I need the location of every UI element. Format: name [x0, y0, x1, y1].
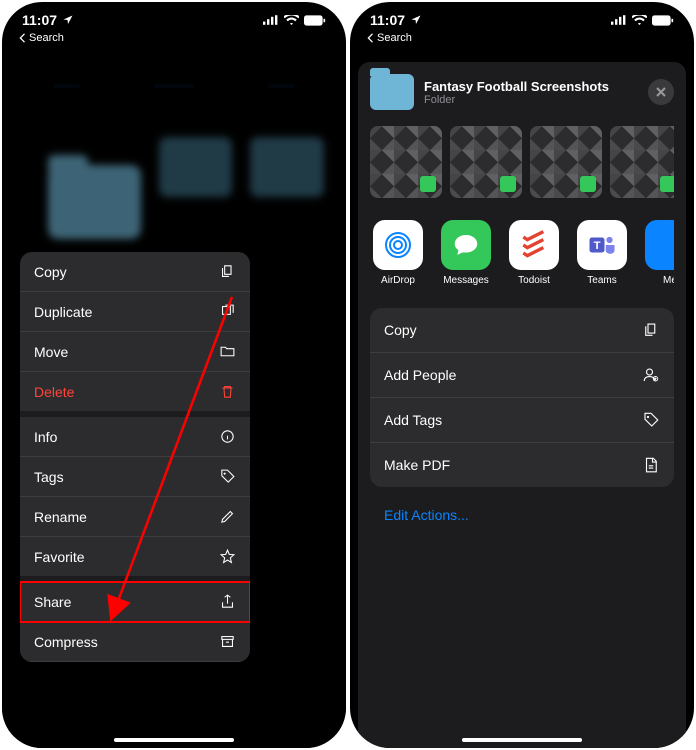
edit-actions-link[interactable]: Edit Actions... [370, 501, 674, 529]
menu-item-favorite[interactable]: Favorite [20, 537, 250, 582]
battery-icon [652, 15, 674, 26]
menu-item-rename[interactable]: Rename [20, 497, 250, 537]
back-search-link[interactable]: Search [2, 32, 346, 52]
menu-item-info[interactable]: Info [20, 417, 250, 457]
people-icon [642, 366, 660, 384]
action-add-people[interactable]: Add People [370, 353, 674, 398]
cellular-icon [611, 15, 627, 25]
phone-right: 11:07 Search Fantasy Football Screenshot… [350, 2, 694, 748]
app-messages[interactable]: Messages [438, 220, 494, 286]
copy-icon [219, 263, 236, 280]
share-actions-list: Copy Add People Add Tags Make PDF [370, 308, 674, 487]
share-icon [219, 593, 236, 610]
action-make-pdf[interactable]: Make PDF [370, 443, 674, 487]
menu-item-duplicate[interactable]: Duplicate [20, 292, 250, 332]
wifi-icon [632, 15, 647, 26]
sheet-header: Fantasy Football Screenshots Folder [370, 74, 674, 110]
cellular-icon [263, 15, 279, 25]
location-icon [62, 14, 74, 26]
thumbnail[interactable] [530, 126, 602, 198]
content-thumbnails [370, 126, 674, 198]
menu-item-compress[interactable]: Compress [20, 622, 250, 662]
menu-item-tags[interactable]: Tags [20, 457, 250, 497]
close-icon [655, 86, 667, 98]
app-airdrop[interactable]: AirDrop [370, 220, 426, 286]
home-indicator[interactable] [462, 738, 582, 742]
menu-item-delete[interactable]: Delete [20, 372, 250, 417]
phone-left: 11:07 Search ▬▬▬▬▬▬▬ Copy Duplicate [2, 2, 346, 748]
status-time: 11:07 [22, 12, 57, 28]
info-icon [219, 428, 236, 445]
trash-icon [219, 383, 236, 400]
status-icons [611, 15, 674, 26]
home-indicator[interactable] [114, 738, 234, 742]
sheet-title: Fantasy Football Screenshots [424, 79, 609, 94]
chevron-left-icon [18, 33, 26, 43]
todoist-icon [509, 220, 559, 270]
action-copy[interactable]: Copy [370, 308, 674, 353]
duplicate-icon [219, 303, 236, 320]
menu-item-copy[interactable]: Copy [20, 252, 250, 292]
thumbnail[interactable] [450, 126, 522, 198]
menu-item-move[interactable]: Move [20, 332, 250, 372]
app-teams[interactable]: T Teams [574, 220, 630, 286]
airdrop-icon [373, 220, 423, 270]
folder-thumbnail [370, 74, 414, 110]
wifi-icon [284, 15, 299, 26]
selected-folder [48, 165, 141, 239]
tag-icon [642, 411, 660, 429]
svg-text:T: T [594, 240, 601, 252]
back-search-link[interactable]: Search [350, 32, 694, 52]
more-app-icon [645, 220, 674, 270]
star-icon [219, 548, 236, 565]
status-time: 11:07 [370, 12, 405, 28]
action-add-tags[interactable]: Add Tags [370, 398, 674, 443]
chevron-left-icon [366, 33, 374, 43]
tag-icon [219, 468, 236, 485]
app-more[interactable]: Me [642, 220, 674, 286]
app-todoist[interactable]: Todoist [506, 220, 562, 286]
folder-icon [219, 343, 236, 360]
pencil-icon [219, 508, 236, 525]
share-apps-row: AirDrop Messages Todoist T Teams [370, 220, 674, 286]
status-icons [263, 15, 326, 26]
close-button[interactable] [648, 79, 674, 105]
share-sheet: Fantasy Football Screenshots Folder AirD… [358, 62, 686, 748]
thumbnail[interactable] [610, 126, 674, 198]
status-bar: 11:07 [350, 2, 694, 32]
teams-icon: T [577, 220, 627, 270]
archive-icon [219, 633, 236, 650]
thumbnail[interactable] [370, 126, 442, 198]
context-menu: Copy Duplicate Move Delete Info Tags Ren… [20, 252, 250, 662]
menu-item-share[interactable]: Share [20, 582, 250, 622]
location-icon [410, 14, 422, 26]
document-icon [642, 456, 660, 474]
copy-icon [642, 321, 660, 339]
status-bar: 11:07 [2, 2, 346, 32]
sheet-subtitle: Folder [424, 94, 609, 106]
messages-icon [441, 220, 491, 270]
battery-icon [304, 15, 326, 26]
